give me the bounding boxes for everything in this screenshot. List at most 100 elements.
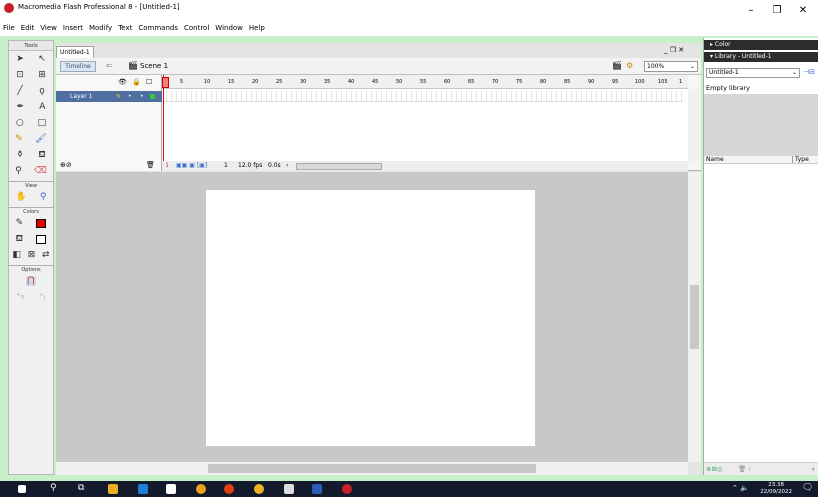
frame-number: 75 xyxy=(516,79,523,85)
task-view-icon[interactable]: ⧉ xyxy=(78,483,84,493)
vertical-scroll-thumb[interactable] xyxy=(690,285,699,349)
maximize-button[interactable]: ❐ xyxy=(764,0,790,22)
arrow-tool-icon[interactable]: ➤ xyxy=(16,54,24,64)
default-colors-icon[interactable]: ◧ xyxy=(12,250,21,260)
menu-help[interactable]: Help xyxy=(246,22,268,32)
frame-number: 30 xyxy=(300,79,307,85)
clock[interactable]: 23.38 22/09/2022 xyxy=(760,482,792,496)
edit-symbol-icon[interactable]: ⚙ xyxy=(626,61,633,70)
minimize-button[interactable]: – xyxy=(738,0,764,22)
menu-window[interactable]: Window xyxy=(212,22,246,32)
stroke-color-icon[interactable]: ✎ xyxy=(16,218,24,228)
swap-colors-icon[interactable]: ⇄ xyxy=(42,250,50,260)
system-tray-icon[interactable]: ⌃ 🔈 xyxy=(732,484,749,492)
no-color-icon[interactable]: ⊠ xyxy=(28,250,36,260)
line-tool-icon[interactable]: ╱ xyxy=(17,86,22,96)
stage-horizontal-scrollbar[interactable] xyxy=(56,462,688,475)
color-panel-header[interactable]: ▸ Color xyxy=(704,40,818,50)
new-symbol-icon[interactable]: ⊕⊞◎ xyxy=(706,465,723,473)
frame-number: 40 xyxy=(348,79,355,85)
menu-commands[interactable]: Commands xyxy=(135,22,181,32)
frame-number: 15 xyxy=(228,79,235,85)
column-type[interactable]: Type xyxy=(792,156,809,163)
menu-modify[interactable]: Modify xyxy=(86,22,115,32)
library-panel-header[interactable]: ▾ Library - Untitled-1 xyxy=(704,52,818,62)
pencil-tool-icon[interactable]: ✎ xyxy=(15,134,23,144)
eraser-tool-icon[interactable]: ⌫ xyxy=(34,166,47,176)
back-arrow-icon[interactable]: ⇐ xyxy=(106,61,113,70)
eyedropper-tool-icon[interactable]: ⚲ xyxy=(15,166,22,176)
document-tab[interactable]: Untitled-1 xyxy=(56,46,94,58)
pen-tool-icon[interactable]: ✒ xyxy=(17,102,25,112)
frame-number: 25 xyxy=(276,79,283,85)
word-icon[interactable] xyxy=(312,484,322,494)
column-name[interactable]: Name xyxy=(706,156,724,163)
windows-start-icon[interactable] xyxy=(18,485,26,493)
delete-layer-icon[interactable]: 🗑 xyxy=(146,161,155,169)
store-icon[interactable] xyxy=(166,484,176,494)
center-frame-icon[interactable]: ⟟ xyxy=(166,162,168,170)
menu-edit[interactable]: Edit xyxy=(18,22,38,32)
app-icon[interactable] xyxy=(196,484,206,494)
menu-text[interactable]: Text xyxy=(115,22,135,32)
timeline-vertical-scrollbar[interactable] xyxy=(688,89,701,161)
free-transform-tool-icon[interactable]: ⊡ xyxy=(16,70,24,80)
scroll-left-icon[interactable]: ‹ xyxy=(286,162,288,169)
layer-visible-dot[interactable]: • xyxy=(128,91,132,102)
search-icon[interactable]: ⚲ xyxy=(50,483,57,493)
oval-tool-icon[interactable]: ○ xyxy=(16,118,24,128)
lock-icon[interactable]: 🔒 xyxy=(132,78,141,86)
notification-icon[interactable]: 🗨 xyxy=(802,483,813,493)
snap-magnet-icon[interactable]: ⋂ xyxy=(26,276,36,286)
zoom-tool-icon[interactable]: ⚲ xyxy=(40,192,47,202)
add-layer-icon[interactable]: ⊕⊘ xyxy=(60,161,72,169)
flash-taskbar-icon[interactable] xyxy=(224,484,234,494)
delete-item-icon[interactable]: 🗑 ‹ xyxy=(738,465,751,473)
edit-scene-icon[interactable]: 🎬 xyxy=(612,61,622,70)
frames-area[interactable]: 5 10 15 20 25 30 35 40 45 50 55 60 65 70… xyxy=(162,75,688,161)
paint-bucket-tool-icon[interactable]: ⛾ xyxy=(38,150,45,161)
timeline-horizontal-scrollbar[interactable] xyxy=(296,163,382,170)
layer-row[interactable]: Layer 1 ✎ • • xyxy=(56,91,162,102)
subselect-tool-icon[interactable]: ↖ xyxy=(38,54,46,64)
layer-lock-dot[interactable]: • xyxy=(140,91,144,102)
hand-tool-icon[interactable]: ✋ xyxy=(16,192,27,202)
layer-frames-row[interactable] xyxy=(162,91,682,102)
outline-icon[interactable]: ☐ xyxy=(146,78,152,86)
zoom-select[interactable]: 100% ⌄ xyxy=(644,61,698,72)
chrome-icon[interactable] xyxy=(254,484,264,494)
layer-outline-swatch[interactable] xyxy=(150,94,155,99)
close-button[interactable]: ✕ xyxy=(790,0,816,22)
file-explorer-icon[interactable] xyxy=(108,484,118,494)
fill-color-swatch[interactable] xyxy=(36,218,47,228)
stage-canvas[interactable] xyxy=(206,190,535,446)
menu-file[interactable]: File xyxy=(0,22,18,32)
menu-view[interactable]: View xyxy=(37,22,60,32)
playhead[interactable] xyxy=(162,75,169,161)
edge-browser-icon[interactable] xyxy=(138,484,148,494)
app-icon[interactable] xyxy=(284,484,294,494)
menu-control[interactable]: Control xyxy=(181,22,212,32)
brush-tool-icon[interactable]: 🖌 xyxy=(35,134,46,144)
timeline-button[interactable]: Timeline xyxy=(60,61,96,72)
stage-vertical-scrollbar[interactable] xyxy=(688,172,701,462)
fill-bucket-icon[interactable]: ⛾ xyxy=(16,234,23,245)
horizontal-scroll-thumb[interactable] xyxy=(208,464,536,473)
fill-white-swatch[interactable] xyxy=(36,234,47,244)
straighten-icon[interactable]: ⁺₍ xyxy=(39,292,46,302)
fill-transform-tool-icon[interactable]: ⊞ xyxy=(38,70,46,80)
text-tool-icon[interactable]: A xyxy=(39,102,45,112)
flash-active-icon[interactable] xyxy=(342,484,352,494)
smooth-icon[interactable]: ⁺₅ xyxy=(16,292,24,302)
menu-insert[interactable]: Insert xyxy=(60,22,86,32)
eye-icon[interactable]: 👁 xyxy=(118,78,127,86)
rectangle-tool-icon[interactable]: □ xyxy=(38,118,47,128)
scroll-right-icon[interactable]: › xyxy=(812,465,815,473)
ink-bottle-tool-icon[interactable]: ⚱ xyxy=(16,150,24,160)
onion-skin-icon[interactable]: ▣▣ ▣ [▣] xyxy=(176,162,207,169)
pin-library-icon[interactable]: ⊣⊟ xyxy=(803,68,815,76)
library-select[interactable]: Untitled-1 ⌄ xyxy=(706,68,800,78)
lasso-tool-icon[interactable]: ϙ xyxy=(39,86,45,96)
document-window-controls[interactable]: _ ❐ ✕ xyxy=(664,46,684,54)
edit-bar: Timeline ⇐ 🎬 Scene 1 🎬 ⚙ 100% ⌄ xyxy=(56,58,701,75)
